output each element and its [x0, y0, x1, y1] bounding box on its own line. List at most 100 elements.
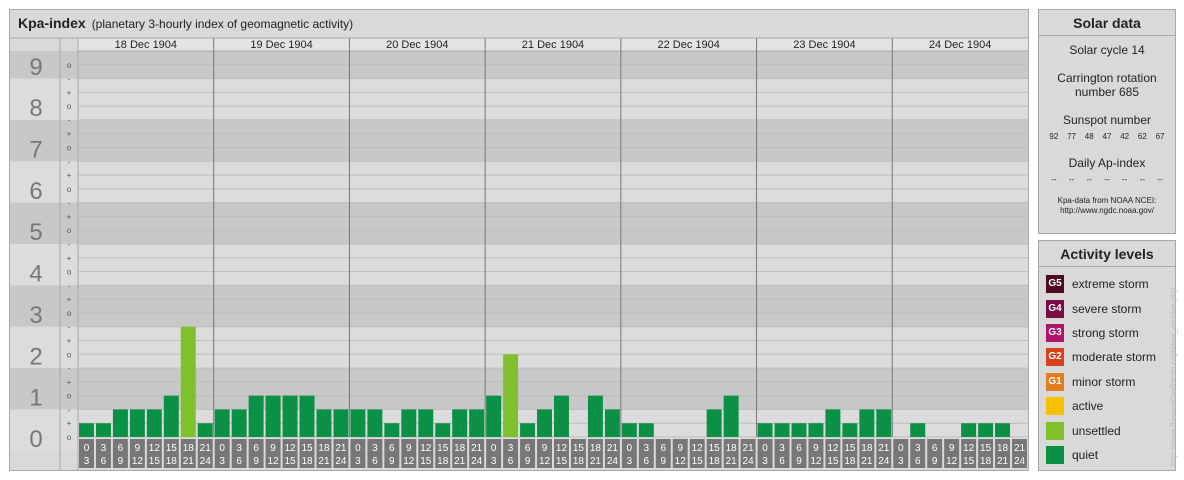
hour-start-label: 18	[183, 443, 195, 454]
hour-start-label: 6	[253, 443, 259, 454]
level-g3: G3 strong storm	[1039, 321, 1175, 345]
kp-bar	[384, 423, 400, 437]
kp-bar	[757, 423, 773, 437]
hour-start-label: 21	[335, 443, 347, 454]
hour-start-label: 21	[200, 443, 212, 454]
y-subtick-label: -	[68, 199, 71, 208]
hour-end-label: 21	[726, 456, 738, 467]
solar-data-title: Solar data	[1039, 10, 1175, 36]
kp-bar	[435, 423, 451, 437]
kp-bar	[129, 409, 145, 437]
hour-start-label: 3	[236, 443, 242, 454]
hour-end-label: 18	[709, 456, 721, 467]
level-band	[10, 78, 1028, 120]
hour-start-label: 12	[284, 443, 296, 454]
ap-values: -- -- -- -- -- -- --	[1039, 175, 1175, 185]
hour-end-label: 24	[200, 456, 212, 467]
y-subtick-label: +	[67, 130, 72, 139]
kpa-chart-panel: Kpa-index (planetary 3-hourly index of ge…	[9, 9, 1029, 471]
sunspot-values: 92 77 48 47 42 62 67	[1039, 132, 1175, 142]
level-swatch	[1046, 445, 1064, 464]
level-swatch: G4	[1046, 299, 1064, 318]
kp-bar	[995, 423, 1011, 437]
hour-start-label: 18	[861, 443, 873, 454]
level-band	[10, 285, 1028, 327]
hour-end-label: 21	[183, 456, 195, 467]
hour-start-label: 12	[420, 443, 432, 454]
kp-bar	[112, 409, 128, 437]
hour-end-label: 18	[166, 456, 178, 467]
hour-end-label: 6	[101, 456, 107, 467]
hour-end-label: 18	[573, 456, 585, 467]
hour-start-label: 0	[491, 443, 497, 454]
kp-bar	[299, 395, 315, 437]
hour-end-label: 18	[301, 456, 313, 467]
ap-value: --	[1122, 175, 1128, 184]
hour-start-label: 0	[762, 443, 768, 454]
hour-end-label: 9	[253, 456, 259, 467]
day-label: 18 Dec 1904	[115, 39, 177, 51]
y-subtick-label: -	[68, 240, 71, 249]
hour-end-label: 9	[389, 456, 395, 467]
hour-start-label: 15	[980, 443, 992, 454]
kp-bar	[808, 423, 824, 437]
hour-end-label: 3	[762, 456, 768, 467]
kp-bar	[231, 409, 247, 437]
hour-end-label: 9	[796, 456, 802, 467]
level-g5: G5 extreme storm	[1039, 272, 1175, 296]
kp-bar	[587, 395, 603, 437]
hour-end-label: 15	[284, 456, 296, 467]
solar-data-panel: Solar data Solar cycle 14 Carrington rot…	[1038, 9, 1176, 234]
day-label: 19 Dec 1904	[250, 39, 312, 51]
hour-start-label: 12	[692, 443, 704, 454]
hour-start-label: 0	[84, 443, 90, 454]
y-subtick-label: o	[67, 102, 72, 111]
hour-start-label: 9	[949, 443, 955, 454]
sunspot-title: Sunspot number	[1062, 113, 1152, 127]
level-label: minor storm	[1072, 374, 1136, 389]
hour-start-label: 9	[677, 443, 683, 454]
y-subtick-label: o	[67, 350, 72, 359]
hour-end-label: 24	[335, 456, 347, 467]
carrington-line2: number 685	[1074, 85, 1140, 99]
hour-start-label: 21	[743, 443, 755, 454]
hour-end-label: 3	[898, 456, 904, 467]
hour-end-label: 6	[508, 456, 514, 467]
day-label: 21 Dec 1904	[522, 39, 584, 51]
y-tick-label: 9	[29, 54, 42, 81]
kp-bar	[214, 409, 230, 437]
level-band	[10, 368, 1028, 410]
ap-value: --	[1139, 175, 1146, 184]
hour-start-label: 18	[997, 443, 1009, 454]
hour-start-label: 3	[644, 443, 650, 454]
hour-end-label: 6	[372, 456, 378, 467]
hour-end-label: 3	[355, 456, 361, 467]
watermark: http://www.theweatherforum.org/www_archi…	[1169, 287, 1178, 466]
level-band	[10, 409, 1028, 451]
kp-bar	[180, 326, 196, 437]
y-tick-label: 2	[29, 343, 42, 370]
hour-end-label: 6	[644, 456, 650, 467]
level-label: extreme storm	[1072, 277, 1149, 292]
hour-end-label: 15	[963, 456, 975, 467]
day-label: 20 Dec 1904	[386, 39, 448, 51]
hour-start-label: 15	[166, 443, 178, 454]
hour-end-label: 3	[627, 456, 633, 467]
hour-end-label: 21	[318, 456, 330, 467]
y-subtick-label: o	[67, 268, 72, 277]
hour-start-label: 15	[573, 443, 585, 454]
y-subtick-label: +	[67, 378, 72, 387]
hour-start-label: 18	[590, 443, 602, 454]
y-subtick-label: o	[67, 61, 72, 70]
kp-bar	[791, 423, 807, 437]
hour-start-label: 9	[542, 443, 548, 454]
kp-bar	[248, 395, 264, 437]
hour-start-label: 0	[219, 443, 225, 454]
y-subtick-label: o	[67, 392, 72, 401]
hour-end-label: 21	[590, 456, 602, 467]
sunspot-value: 47	[1102, 132, 1112, 141]
hour-start-label: 3	[779, 443, 785, 454]
ap-value: --	[1157, 175, 1163, 184]
hour-end-label: 12	[132, 456, 144, 467]
hour-end-label: 6	[236, 456, 242, 467]
